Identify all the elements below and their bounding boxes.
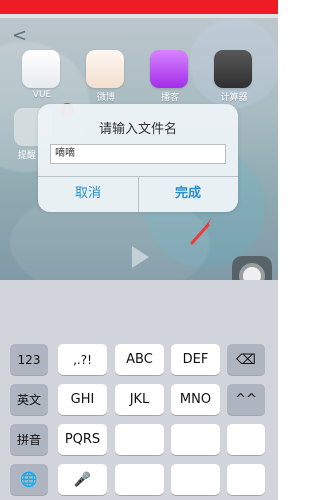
- key-pinyin[interactable]: 拼音: [10, 424, 48, 455]
- vue-app-icon[interactable]: [22, 50, 60, 88]
- cancel-button[interactable]: 取消: [38, 176, 138, 212]
- key-def[interactable]: DEF: [171, 344, 220, 375]
- arrow-icon: [190, 217, 212, 245]
- podcast-app-icon[interactable]: [150, 50, 188, 88]
- key-blank[interactable]: [115, 464, 164, 495]
- globe-key[interactable]: 🌐: [10, 464, 48, 495]
- delete-key[interactable]: ⌫: [227, 344, 265, 375]
- key-mno[interactable]: MNO: [171, 384, 220, 415]
- key-up-arrows[interactable]: ^^: [227, 384, 265, 415]
- phone-screen: < VUE 微博 播客 计算器 1 提醒 请输入文件名 嘀嘀 取消 完成: [0, 18, 278, 280]
- key-jkl[interactable]: JKL: [115, 384, 164, 415]
- filename-input[interactable]: 嘀嘀: [50, 144, 226, 164]
- home-app-row: VUE 微博 播客 计算器: [22, 50, 272, 110]
- calculator-app-icon[interactable]: [214, 50, 252, 88]
- chevron-left-icon[interactable]: <: [12, 25, 27, 46]
- key-ghi[interactable]: GHI: [58, 384, 107, 415]
- key-pqrs[interactable]: PQRS: [58, 424, 107, 455]
- weibo-app-icon[interactable]: [86, 50, 124, 88]
- app-calculator[interactable]: 计算器: [214, 50, 254, 103]
- key-english[interactable]: 英文: [10, 384, 48, 415]
- keyboard: 123 ,.?! ABC DEF ⌫ 英文 GHI JKL MNO ^^ 拼音 …: [0, 280, 278, 500]
- microphone-key[interactable]: 🎤: [58, 464, 107, 495]
- app-label: VUE: [32, 90, 52, 100]
- key-punctuation[interactable]: ,.?!: [58, 344, 107, 375]
- play-icon[interactable]: [129, 244, 151, 270]
- back-navigation[interactable]: <: [0, 18, 278, 52]
- key-blank[interactable]: [171, 464, 220, 495]
- app-label: 播客: [160, 93, 179, 103]
- filename-dialog: 请输入文件名 嘀嘀 取消 完成: [38, 104, 238, 212]
- app-label: 微博: [96, 93, 115, 103]
- key-blank[interactable]: [227, 424, 265, 455]
- key-blank[interactable]: [171, 424, 220, 455]
- folder-label: 提醒: [18, 151, 37, 161]
- top-red-banner: [0, 0, 278, 14]
- dialog-title: 请输入文件名: [98, 122, 177, 137]
- assistive-touch-center: [243, 267, 261, 280]
- key-abc[interactable]: ABC: [115, 344, 164, 375]
- app-label: 计算器: [220, 93, 248, 103]
- key-123[interactable]: 123: [10, 344, 48, 375]
- app-podcast[interactable]: 播客: [150, 50, 190, 103]
- key-blank[interactable]: [227, 464, 265, 495]
- app-vue[interactable]: VUE: [22, 50, 62, 100]
- assistive-touch-button[interactable]: [232, 256, 272, 280]
- app-weibo[interactable]: 微博: [86, 50, 126, 103]
- key-blank[interactable]: [115, 424, 164, 455]
